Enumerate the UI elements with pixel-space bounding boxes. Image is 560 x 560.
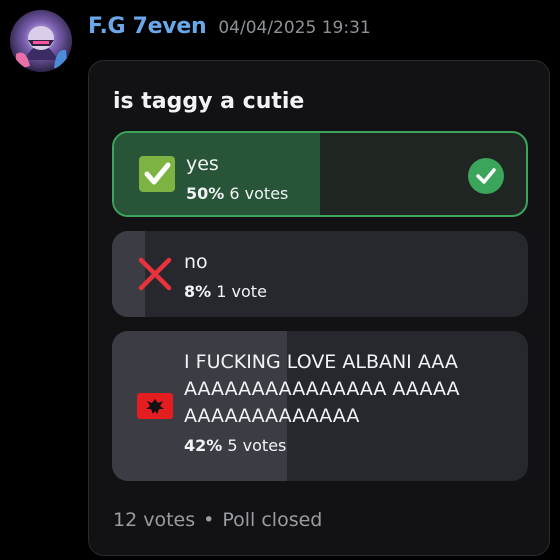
poll-status: Poll closed <box>222 509 323 531</box>
winner-check-icon <box>468 158 504 194</box>
poll-question: is taggy a cutie <box>113 89 305 114</box>
username[interactable]: F.G 7even <box>88 14 207 39</box>
poll-answer-yes[interactable]: yes 50% 6 votes <box>112 131 528 217</box>
cross-mark-emoji-icon <box>138 257 172 291</box>
answer-label: yes <box>186 153 219 175</box>
answer-label: I FUCKING LOVE ALBANI AAAAAAAAAAAAAAAAAA… <box>184 351 460 427</box>
albania-flag-emoji-icon <box>137 393 173 419</box>
answer-content: no 8% 1 vote <box>184 249 512 304</box>
answer-stats: 50% 6 votes <box>186 182 510 206</box>
white-check-mark-emoji-icon <box>139 156 175 192</box>
avatar-image <box>10 10 72 72</box>
avatar[interactable] <box>10 10 72 72</box>
message-header: F.G 7even 04/04/2025 19:31 <box>88 14 371 46</box>
answer-content: yes 50% 6 votes <box>186 151 510 206</box>
poll-card: is taggy a cutie yes 50% 6 votes no 8% 1… <box>88 60 550 556</box>
poll-answer-no[interactable]: no 8% 1 vote <box>112 231 528 317</box>
poll-footer: 12 votes • Poll closed <box>113 509 322 531</box>
answer-stats: 42% 5 votes <box>184 434 468 458</box>
answer-votes: 6 votes <box>229 184 289 203</box>
answer-label: no <box>184 251 208 273</box>
poll-answer-albania[interactable]: I FUCKING LOVE ALBANI AAAAAAAAAAAAAAAAAA… <box>112 331 528 481</box>
answer-content: I FUCKING LOVE ALBANI AAAAAAAAAAAAAAAAAA… <box>184 349 468 458</box>
answer-votes: 1 vote <box>216 282 267 301</box>
answer-votes: 5 votes <box>227 436 287 455</box>
answer-percent: 8% <box>184 282 212 301</box>
separator-dot: • <box>203 509 215 531</box>
timestamp: 04/04/2025 19:31 <box>218 18 371 38</box>
answer-stats: 8% 1 vote <box>184 280 512 304</box>
answer-percent: 50% <box>186 184 225 203</box>
answer-percent: 42% <box>184 436 223 455</box>
total-votes[interactable]: 12 votes <box>113 509 195 531</box>
